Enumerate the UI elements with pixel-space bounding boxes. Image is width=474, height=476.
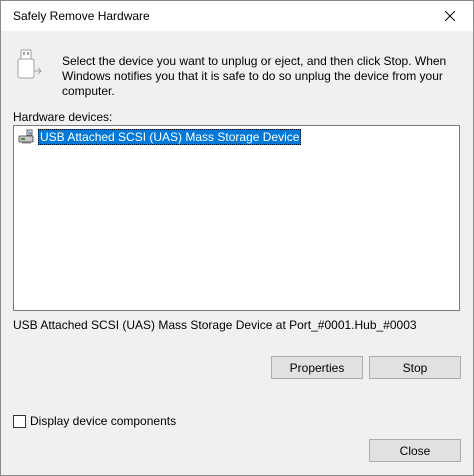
selected-device-description: USB Attached SCSI (UAS) Mass Storage Dev… [13, 318, 417, 332]
display-components-option[interactable]: Display device components [13, 414, 176, 428]
display-components-checkbox[interactable] [13, 414, 26, 428]
close-icon[interactable] [427, 1, 473, 31]
list-item[interactable]: USB Attached SCSI (UAS) Mass Storage Dev… [18, 128, 302, 146]
usb-device-icon [17, 49, 42, 79]
close-button[interactable]: Close [369, 439, 461, 462]
window-title: Safely Remove Hardware [13, 9, 150, 23]
hardware-device-list[interactable]: USB Attached SCSI (UAS) Mass Storage Dev… [13, 125, 460, 311]
hardware-devices-label: Hardware devices: [13, 110, 113, 124]
properties-button[interactable]: Properties [271, 356, 363, 379]
usb-drive-icon [18, 129, 34, 144]
stop-button[interactable]: Stop [369, 356, 461, 379]
safely-remove-hardware-dialog: Safely Remove Hardware Select the device… [0, 0, 474, 476]
device-name: USB Attached SCSI (UAS) Mass Storage Dev… [38, 129, 302, 145]
display-components-label: Display device components [30, 414, 177, 428]
instructions-text: Select the device you want to unplug or … [62, 54, 447, 98]
title-bar: Safely Remove Hardware [1, 1, 473, 31]
